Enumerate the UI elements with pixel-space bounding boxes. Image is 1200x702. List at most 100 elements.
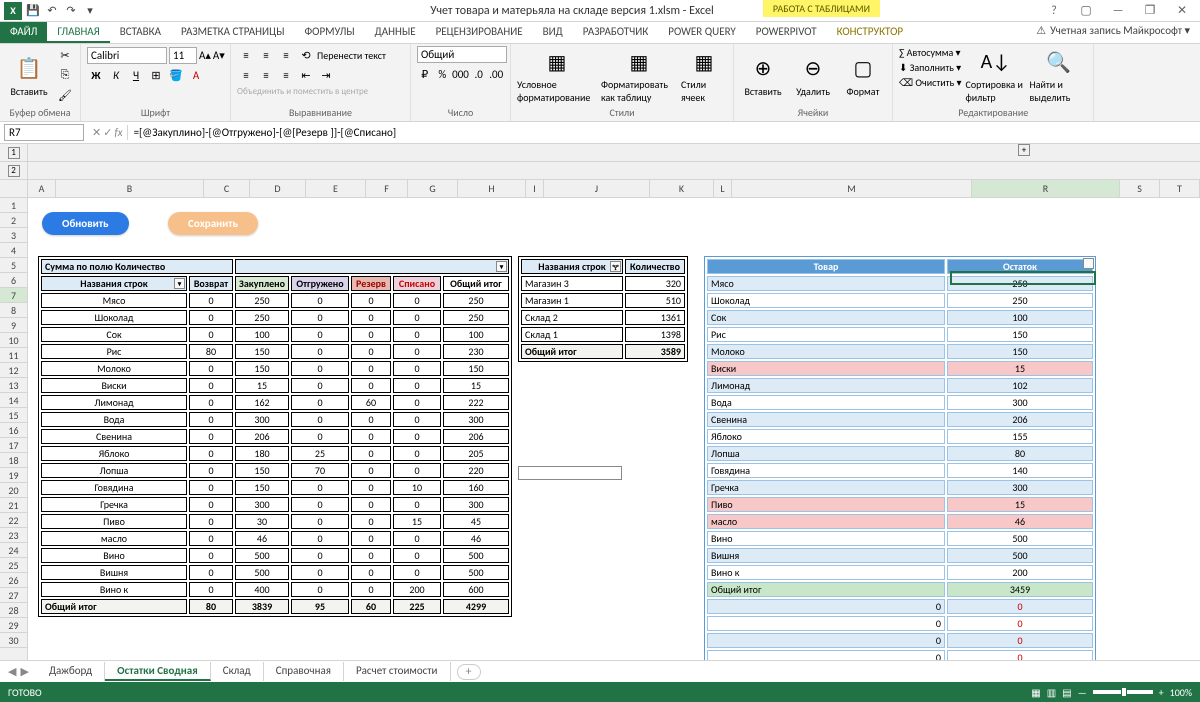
col-header-S[interactable]: S bbox=[1120, 180, 1160, 197]
enter-formula-icon[interactable]: ✓ bbox=[103, 126, 112, 139]
row-header-6[interactable]: 6 bbox=[0, 273, 27, 288]
row-header-9[interactable]: 9 bbox=[0, 318, 27, 333]
align-mid-icon[interactable]: ≡ bbox=[257, 46, 275, 64]
copy-icon[interactable]: ⎘ bbox=[56, 66, 74, 84]
save-icon[interactable]: 💾 bbox=[25, 3, 41, 19]
autosum-button[interactable]: ∑ Автосумма ▾ bbox=[899, 46, 961, 59]
col-header-R[interactable]: R bbox=[972, 180, 1120, 197]
indent-inc-icon[interactable]: ⇥ bbox=[317, 66, 335, 84]
align-bot-icon[interactable]: ≡ bbox=[277, 46, 295, 64]
zoom-out-icon[interactable]: — bbox=[1078, 686, 1087, 699]
orientation-icon[interactable]: ⟲ bbox=[297, 46, 315, 64]
sheet-nav-prev-icon[interactable]: ◀ bbox=[8, 665, 16, 678]
col-header-A[interactable]: A bbox=[28, 180, 56, 197]
comma-icon[interactable]: 000 bbox=[452, 65, 469, 83]
row-header-7[interactable]: 7 bbox=[0, 288, 27, 303]
row-header-25[interactable]: 25 bbox=[0, 558, 27, 573]
row-header-16[interactable]: 16 bbox=[0, 423, 27, 438]
sort-filter-button[interactable]: A↓Сортировка и фильтр bbox=[965, 46, 1025, 106]
pivot-table-2[interactable]: Названия строк🝖КоличествоМагазин 3320Маг… bbox=[518, 256, 688, 362]
col-header-D[interactable]: D bbox=[250, 180, 306, 197]
paste-button[interactable]: 📋 Вставить bbox=[6, 46, 52, 106]
fill-button[interactable]: ⬇ Заполнить ▾ bbox=[899, 61, 961, 74]
sheet-nav-next-icon[interactable]: ▶ bbox=[20, 665, 28, 678]
clear-button[interactable]: ⌫ Очистить ▾ bbox=[899, 76, 961, 89]
col-header-C[interactable]: C bbox=[204, 180, 250, 197]
formula-bar[interactable]: =[@Закуплино]-[@Отгружено]-[@[Резерв ]]-… bbox=[127, 125, 1200, 140]
percent-icon[interactable]: % bbox=[435, 65, 451, 83]
wrap-text-button[interactable]: Перенести текст bbox=[317, 49, 386, 62]
row-header-29[interactable]: 29 bbox=[0, 618, 27, 633]
align-left-icon[interactable]: ≡ bbox=[237, 66, 255, 84]
row-header-27[interactable]: 27 bbox=[0, 588, 27, 603]
undo-icon[interactable]: ↶ bbox=[44, 3, 60, 19]
sheet-tab-3[interactable]: Справочная bbox=[264, 662, 344, 681]
tab-разработчик[interactable]: РАЗРАБОТЧИК bbox=[573, 22, 659, 43]
zoom-level[interactable]: 100% bbox=[1170, 686, 1192, 699]
font-color-icon[interactable]: A bbox=[187, 66, 205, 84]
font-name-select[interactable] bbox=[87, 47, 167, 64]
col-header-M[interactable]: M bbox=[732, 180, 972, 197]
view-layout-icon[interactable]: ▥ bbox=[1047, 686, 1056, 699]
save-button[interactable]: Сохранить bbox=[168, 212, 258, 235]
name-box[interactable] bbox=[4, 124, 84, 141]
row-header-14[interactable]: 14 bbox=[0, 393, 27, 408]
cancel-formula-icon[interactable]: ✕ bbox=[92, 126, 101, 139]
sheet-tab-0[interactable]: Дажборд bbox=[37, 662, 105, 681]
tab-powerpivot[interactable]: POWERPIVOT bbox=[746, 22, 827, 43]
currency-icon[interactable]: ₽ bbox=[417, 65, 433, 83]
format-as-table-button[interactable]: ▦Форматировать как таблицу bbox=[601, 46, 677, 106]
dec-decimal-icon[interactable]: .00 bbox=[488, 65, 504, 83]
find-select-button[interactable]: 🔍Найти и выделить bbox=[1029, 46, 1087, 106]
row-header-22[interactable]: 22 bbox=[0, 513, 27, 528]
tab-конструктор[interactable]: КОНСТРУКТОР bbox=[827, 22, 913, 43]
qat-more-icon[interactable]: ▾ bbox=[82, 3, 98, 19]
row-header-10[interactable]: 10 bbox=[0, 333, 27, 348]
row-header-24[interactable]: 24 bbox=[0, 543, 27, 558]
conditional-format-button[interactable]: ▦Условное форматирование bbox=[517, 46, 597, 106]
zoom-slider[interactable] bbox=[1093, 690, 1153, 694]
col-header-G[interactable]: G bbox=[408, 180, 458, 197]
tab-формулы[interactable]: ФОРМУЛЫ bbox=[294, 22, 364, 43]
number-format-select[interactable] bbox=[417, 46, 507, 63]
worksheet-grid[interactable]: 1234567891011121314151617181920212223242… bbox=[0, 180, 1200, 660]
row-header-18[interactable]: 18 bbox=[0, 453, 27, 468]
view-normal-icon[interactable]: ▦ bbox=[1031, 686, 1040, 699]
sheet-tab-2[interactable]: Склад bbox=[211, 662, 264, 681]
tab-разметка страницы[interactable]: РАЗМЕТКА СТРАНИЦЫ bbox=[171, 22, 295, 43]
indent-dec-icon[interactable]: ⇤ bbox=[297, 66, 315, 84]
maximize-icon[interactable]: ❐ bbox=[1138, 2, 1162, 20]
outline-level-1[interactable]: 1 bbox=[8, 147, 20, 159]
row-header-21[interactable]: 21 bbox=[0, 498, 27, 513]
col-header-L[interactable]: L bbox=[714, 180, 732, 197]
row-header-11[interactable]: 11 bbox=[0, 348, 27, 363]
tab-вставка[interactable]: ВСТАВКА bbox=[110, 22, 171, 43]
col-header-K[interactable]: K bbox=[650, 180, 714, 197]
tab-главная[interactable]: ГЛАВНАЯ bbox=[47, 22, 109, 43]
align-top-icon[interactable]: ≡ bbox=[237, 46, 255, 64]
fill-color-icon[interactable]: 🪣 bbox=[167, 66, 185, 84]
merge-button[interactable]: Объединить и поместить в центре bbox=[237, 86, 404, 97]
view-break-icon[interactable]: ▤ bbox=[1062, 686, 1071, 699]
account-warning[interactable]: ⚠ Учетная запись Майкрософт ▾ bbox=[1036, 24, 1190, 37]
row-header-8[interactable]: 8 bbox=[0, 303, 27, 318]
ribbon-options-icon[interactable]: ▢ bbox=[1074, 2, 1098, 20]
row-header-28[interactable]: 28 bbox=[0, 603, 27, 618]
outline-expand-button[interactable]: + bbox=[1018, 144, 1030, 156]
tab-файл[interactable]: ФАЙЛ bbox=[0, 22, 47, 43]
sheet-tab-1[interactable]: Остатки Сводная bbox=[105, 662, 211, 681]
row-header-2[interactable]: 2 bbox=[0, 213, 27, 228]
fx-icon[interactable]: fx bbox=[114, 126, 122, 139]
row-header-23[interactable]: 23 bbox=[0, 528, 27, 543]
row-header-5[interactable]: 5 bbox=[0, 258, 27, 273]
insert-cells-button[interactable]: ⊕Вставить bbox=[740, 46, 786, 106]
tab-вид[interactable]: ВИД bbox=[533, 22, 573, 43]
col-header-T[interactable]: T bbox=[1160, 180, 1200, 197]
col-header-B[interactable]: B bbox=[56, 180, 204, 197]
row-header-12[interactable]: 12 bbox=[0, 363, 27, 378]
row-header-4[interactable]: 4 bbox=[0, 243, 27, 258]
inc-decimal-icon[interactable]: .0 bbox=[471, 65, 487, 83]
sheet-tab-4[interactable]: Расчет стоимости bbox=[344, 662, 451, 681]
row-header-15[interactable]: 15 bbox=[0, 408, 27, 423]
cell-styles-button[interactable]: ▦Стили ячеек bbox=[681, 46, 727, 106]
